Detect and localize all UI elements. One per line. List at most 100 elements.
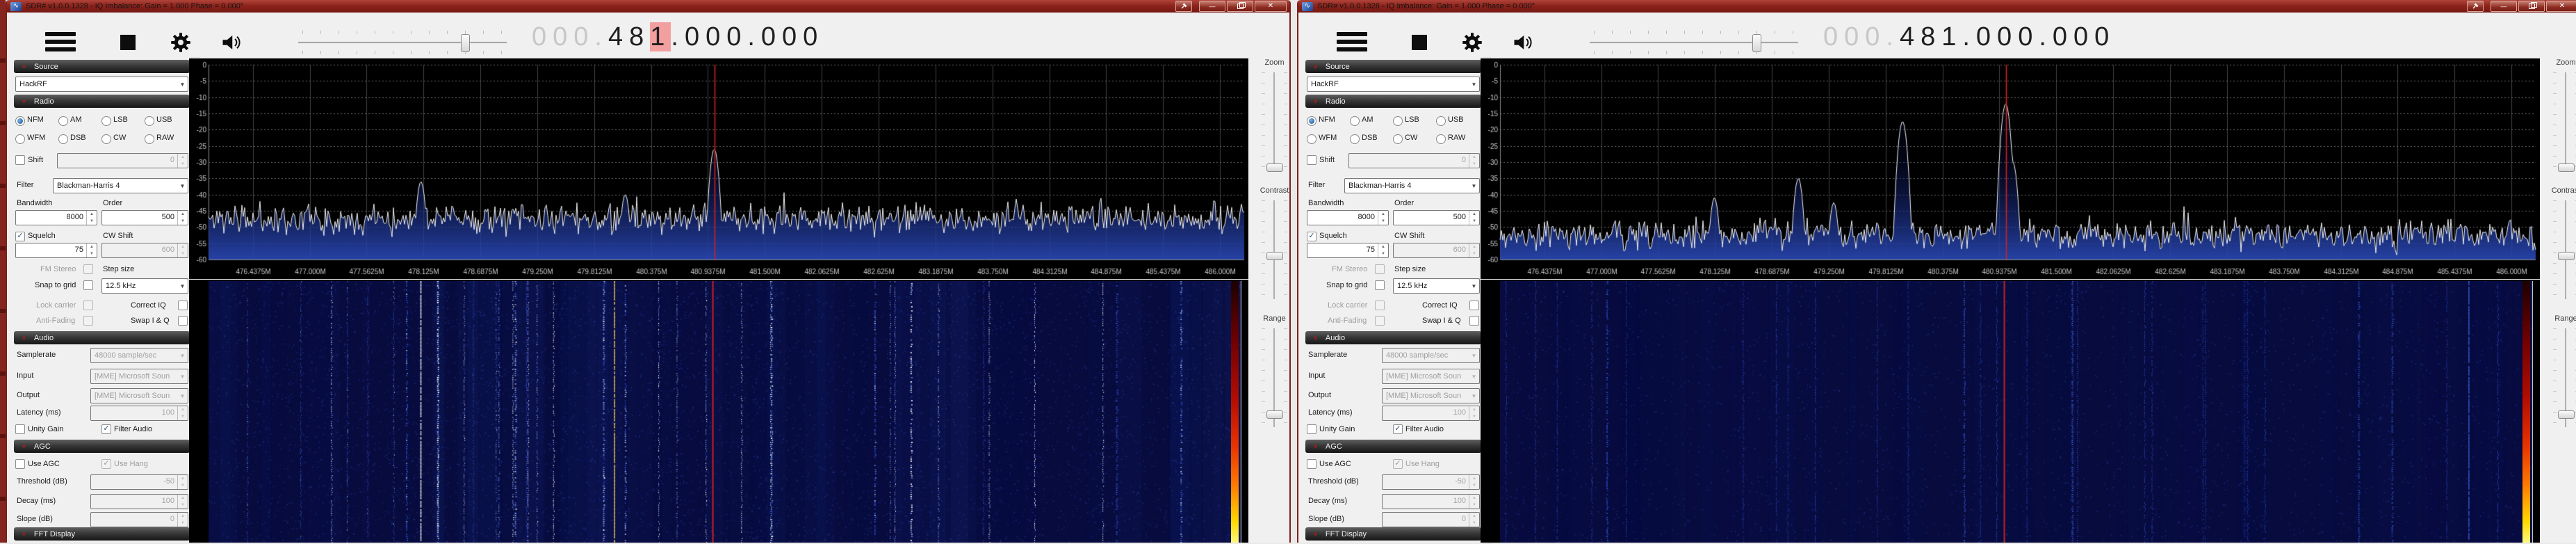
volume-slider[interactable] <box>1590 32 1798 53</box>
squelch-input[interactable]: 75▲▼ <box>1307 243 1389 258</box>
correct-iq-checkbox[interactable] <box>1469 301 1479 310</box>
contrast-slider[interactable] <box>2548 200 2576 299</box>
contrast-slider-thumb[interactable] <box>1266 252 1283 260</box>
squelch-checkbox[interactable]: ✓ <box>1307 232 1316 241</box>
range-slider-thumb[interactable] <box>1266 410 1283 419</box>
gear-icon[interactable] <box>1462 32 1483 53</box>
bandwidth-input[interactable]: 8000▲▼ <box>1307 210 1389 225</box>
step-size-dropdown[interactable]: 12.5 kHz▼ <box>101 278 188 294</box>
volume-slider-thumb[interactable] <box>1752 34 1761 52</box>
panel-header-radio[interactable]: ▼Radio <box>14 95 190 108</box>
speaker-icon[interactable] <box>1513 32 1533 53</box>
range-slider[interactable] <box>1257 328 1292 427</box>
radio-mode-cw[interactable] <box>1393 134 1403 144</box>
shift-input[interactable]: 0▲▼ <box>57 153 188 168</box>
filter-audio-checkbox[interactable]: ✓ <box>1393 424 1403 434</box>
frequency-digits[interactable]: 48 <box>608 22 650 51</box>
frequency-dim-digits[interactable]: 000. <box>532 22 608 51</box>
sdrsharp-window-right[interactable]: ∿ SDR# v1.0.0.1328 - IQ Imbalance: Gain … <box>1297 0 2576 543</box>
title-bar[interactable]: ∿ SDR# v1.0.0.1328 - IQ Imbalance: Gain … <box>1298 0 2576 13</box>
restore-button[interactable] <box>2518 1 2545 12</box>
menu-button[interactable] <box>45 32 76 51</box>
radio-mode-cw[interactable] <box>101 134 111 144</box>
radio-mode-wfm[interactable] <box>15 134 25 144</box>
source-device-dropdown[interactable]: HackRF▼ <box>15 77 188 92</box>
stop-button[interactable] <box>1412 35 1427 50</box>
volume-slider[interactable] <box>298 32 507 53</box>
pin-icon[interactable] <box>1175 1 1192 12</box>
zoom-slider-thumb[interactable] <box>2558 163 2575 172</box>
contrast-slider-thumb[interactable] <box>2558 252 2575 260</box>
panel-header-source[interactable]: ▼Source <box>1305 60 1481 73</box>
contrast-slider[interactable] <box>1257 200 1292 299</box>
radio-mode-am[interactable] <box>58 116 68 126</box>
frequency-display[interactable]: 000.481.000.000 <box>1823 22 2115 56</box>
radio-mode-am[interactable] <box>1350 116 1360 126</box>
speaker-icon[interactable] <box>221 32 242 53</box>
radio-mode-raw[interactable] <box>1436 134 1446 144</box>
range-slider[interactable] <box>2548 328 2576 427</box>
radio-mode-dsb[interactable] <box>1350 134 1360 144</box>
cw-shift-input[interactable]: 600▲▼ <box>101 243 188 258</box>
radio-mode-nfm[interactable] <box>15 116 25 126</box>
panel-header-fft-display[interactable]: ▼FFT Display <box>14 527 190 541</box>
waterfall-display[interactable] <box>1500 281 2533 543</box>
shift-checkbox[interactable] <box>1307 155 1316 165</box>
use-agc-checkbox[interactable] <box>15 459 25 469</box>
menu-button[interactable] <box>1337 32 1367 51</box>
panel-header-fft-display[interactable]: ▼FFT Display <box>1305 527 1481 541</box>
filter-audio-checkbox[interactable]: ✓ <box>101 424 111 434</box>
radio-mode-wfm[interactable] <box>1307 134 1316 144</box>
panel-header-audio[interactable]: ▼Audio <box>1305 331 1481 344</box>
radio-mode-usb[interactable] <box>1436 116 1446 126</box>
pin-icon[interactable] <box>2467 1 2484 12</box>
shift-checkbox[interactable] <box>15 155 25 165</box>
fft-spectrum-display[interactable] <box>1481 58 2540 280</box>
order-input[interactable]: 500▲▼ <box>1393 210 1480 225</box>
frequency-dim-digits[interactable]: 000. <box>1823 22 1900 51</box>
snap-to-grid-checkbox[interactable] <box>83 280 93 290</box>
restore-button[interactable] <box>1227 1 1253 12</box>
frequency-digits[interactable]: 481.000.000 <box>1900 22 2115 51</box>
squelch-input[interactable]: 75▲▼ <box>15 243 97 258</box>
close-button[interactable]: ✕ <box>1255 1 1287 12</box>
close-button[interactable]: ✕ <box>2546 1 2576 12</box>
frequency-display[interactable]: 000.481.000.000 <box>532 22 824 56</box>
unity-gain-checkbox[interactable] <box>15 424 25 434</box>
frequency-cursor-digit[interactable]: 1 <box>650 22 671 51</box>
radio-mode-lsb[interactable] <box>101 116 111 126</box>
gear-icon[interactable] <box>170 32 191 53</box>
fft-spectrum-display[interactable] <box>189 58 1248 280</box>
waterfall-display[interactable] <box>209 281 1241 543</box>
correct-iq-checkbox[interactable] <box>178 301 188 310</box>
spectrum-waterfall-divider[interactable] <box>1481 279 2540 280</box>
unity-gain-checkbox[interactable] <box>1307 424 1316 434</box>
zoom-slider-thumb[interactable] <box>1266 163 1283 172</box>
stop-button[interactable] <box>120 35 136 50</box>
sdrsharp-window-left[interactable]: ∿ SDR# v1.0.0.1328 - IQ Imbalance: Gain … <box>6 0 1291 543</box>
radio-mode-usb[interactable] <box>145 116 154 126</box>
cw-shift-input[interactable]: 600▲▼ <box>1393 243 1480 258</box>
range-slider-thumb[interactable] <box>2558 410 2575 419</box>
panel-header-agc[interactable]: ▼AGC <box>14 440 190 453</box>
panel-header-agc[interactable]: ▼AGC <box>1305 440 1481 453</box>
swap-iq-checkbox[interactable] <box>178 316 188 326</box>
bandwidth-input[interactable]: 8000▲▼ <box>15 210 97 225</box>
filter-dropdown[interactable]: Blackman-Harris 4▼ <box>53 178 188 193</box>
minimize-button[interactable]: — <box>1199 1 1225 12</box>
spectrum-waterfall-divider[interactable] <box>189 279 1248 280</box>
zoom-slider[interactable] <box>2548 72 2576 171</box>
radio-mode-dsb[interactable] <box>58 134 68 144</box>
radio-mode-nfm[interactable] <box>1307 116 1316 126</box>
use-agc-checkbox[interactable] <box>1307 459 1316 469</box>
order-input[interactable]: 500▲▼ <box>101 210 188 225</box>
minimize-button[interactable]: — <box>2491 1 2517 12</box>
radio-mode-raw[interactable] <box>145 134 154 144</box>
title-bar[interactable]: ∿ SDR# v1.0.0.1328 - IQ Imbalance: Gain … <box>7 0 1289 13</box>
zoom-slider[interactable] <box>1257 72 1292 171</box>
filter-dropdown[interactable]: Blackman-Harris 4▼ <box>1344 178 1480 193</box>
radio-mode-lsb[interactable] <box>1393 116 1403 126</box>
snap-to-grid-checkbox[interactable] <box>1375 280 1385 290</box>
shift-input[interactable]: 0▲▼ <box>1348 153 1480 168</box>
panel-header-audio[interactable]: ▼Audio <box>14 331 190 344</box>
